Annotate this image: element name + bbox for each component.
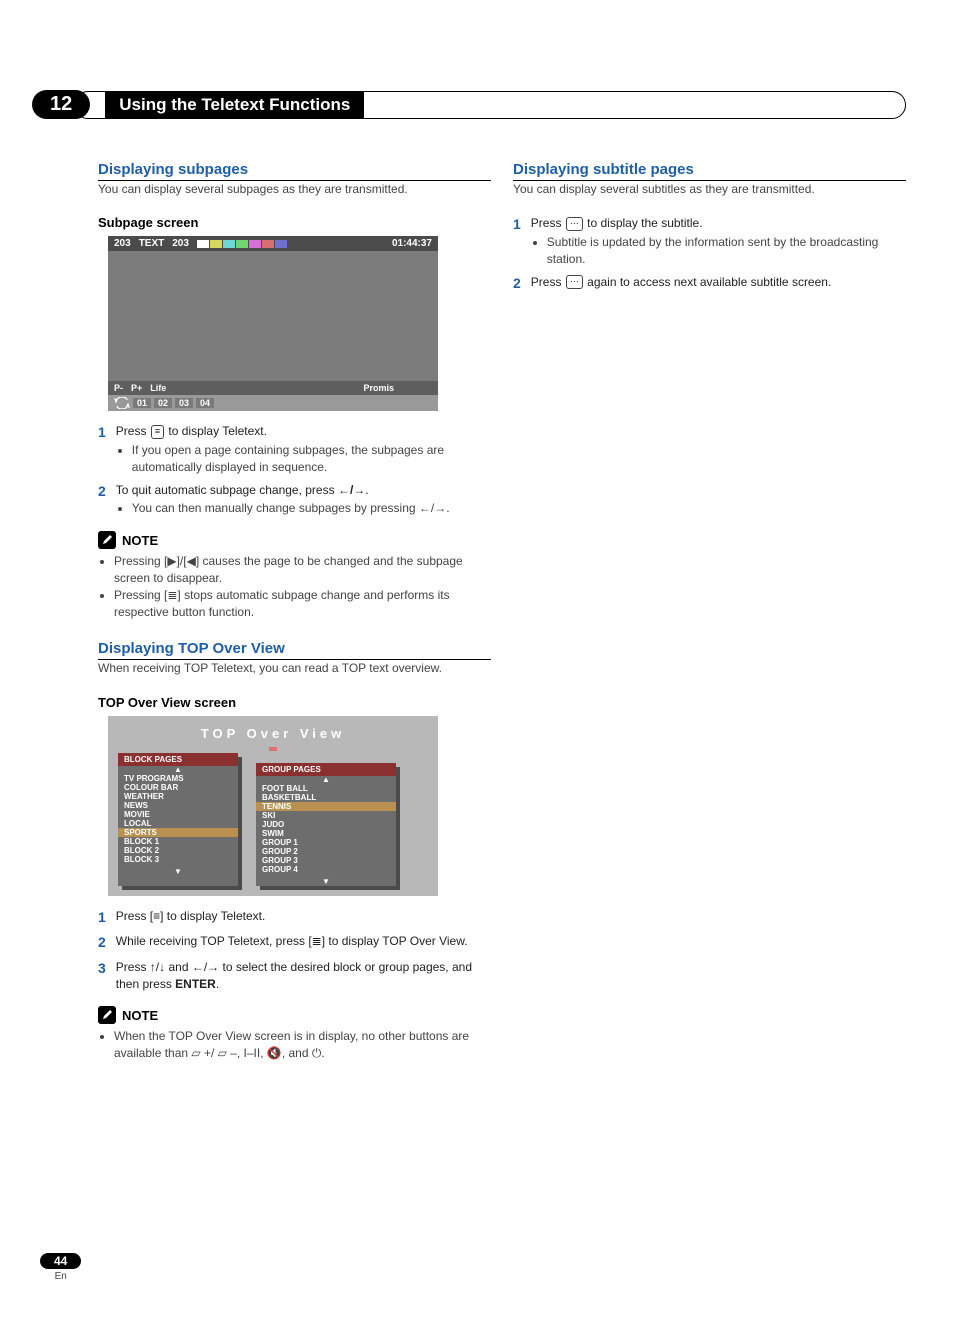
heading-subpages: Displaying subpages [98,161,491,178]
heading-subtitle-pages: Displaying subtitle pages [513,161,906,178]
heading-top-overview: Displaying TOP Over View [98,640,491,657]
note-heading: NOTE [98,531,491,549]
chapter-header: 12 Using the Teletext Functions [32,90,906,119]
step-2: 2 Press ⋯ again to access next available… [513,274,906,294]
steps-subtitle: 1 Press ⋯ to display the subtitle. Subti… [513,215,906,293]
teletext-icon: ≡ [151,425,164,439]
step-2: 2While receiving TOP Teletext, press [≣]… [98,933,491,953]
steps-top: 1Press [≡] to display Teletext. 2While r… [98,908,491,993]
heading-top-screen: TOP Over View screen [98,695,491,710]
steps-subpages: 1 Press ≡ to display Teletext. If you op… [98,423,491,517]
arrow-down-icon: ▼ [118,868,238,876]
top-overview-figure: TOP Over View BLOCK PAGES ▲ TV PROGRAMSC… [108,716,438,896]
step-2: 2 To quit automatic subpage change, pres… [98,482,491,518]
chapter-number: 12 [32,90,90,119]
subtitle-icon: ⋯ [566,217,583,231]
note-list-2: When the TOP Over View screen is in disp… [114,1028,491,1062]
subpage-indicator: 01 02 03 04 [108,395,438,411]
para-top: When receiving TOP Teletext, you can rea… [98,660,491,676]
arrow-up-icon: ▲ [118,766,238,774]
page-number: 44 En [40,1253,81,1282]
note-heading: NOTE [98,1006,491,1024]
pencil-icon [98,531,116,549]
pencil-icon [98,1006,116,1024]
arrow-up-icon: ▲ [256,776,396,784]
para-subtitle: You can display several subtitles as the… [513,181,906,197]
heading-subpage-screen: Subpage screen [98,215,491,230]
step-1: 1 Press ≡ to display Teletext. If you op… [98,423,491,475]
block-pages-panel: BLOCK PAGES ▲ TV PROGRAMSCOLOUR BARWEATH… [118,753,238,886]
note-list-1: Pressing [▶]/[◀] causes the page to be c… [114,553,491,620]
color-bar-icon [197,240,287,248]
cycle-icon [114,397,130,409]
step-1: 1Press [≡] to display Teletext. [98,908,491,928]
chapter-title: Using the Teletext Functions [105,92,364,118]
subtitle-icon: ⋯ [566,275,583,289]
subpage-screen-figure: 203 TEXT 203 01:44:37 P- P+ Life Promis [108,236,438,411]
step-1: 1 Press ⋯ to display the subtitle. Subti… [513,215,906,267]
step-3: 3Press ↑/↓ and ←/→ to select the desired… [98,959,491,993]
para-subpages: You can display several subpages as they… [98,181,491,197]
group-pages-panel: GROUP PAGES ▲ FOOT BALLBASKETBALL TENNIS… [256,763,396,886]
arrow-down-icon: ▼ [256,878,396,886]
arrow-left-right-icon: ←/→ [338,483,365,497]
